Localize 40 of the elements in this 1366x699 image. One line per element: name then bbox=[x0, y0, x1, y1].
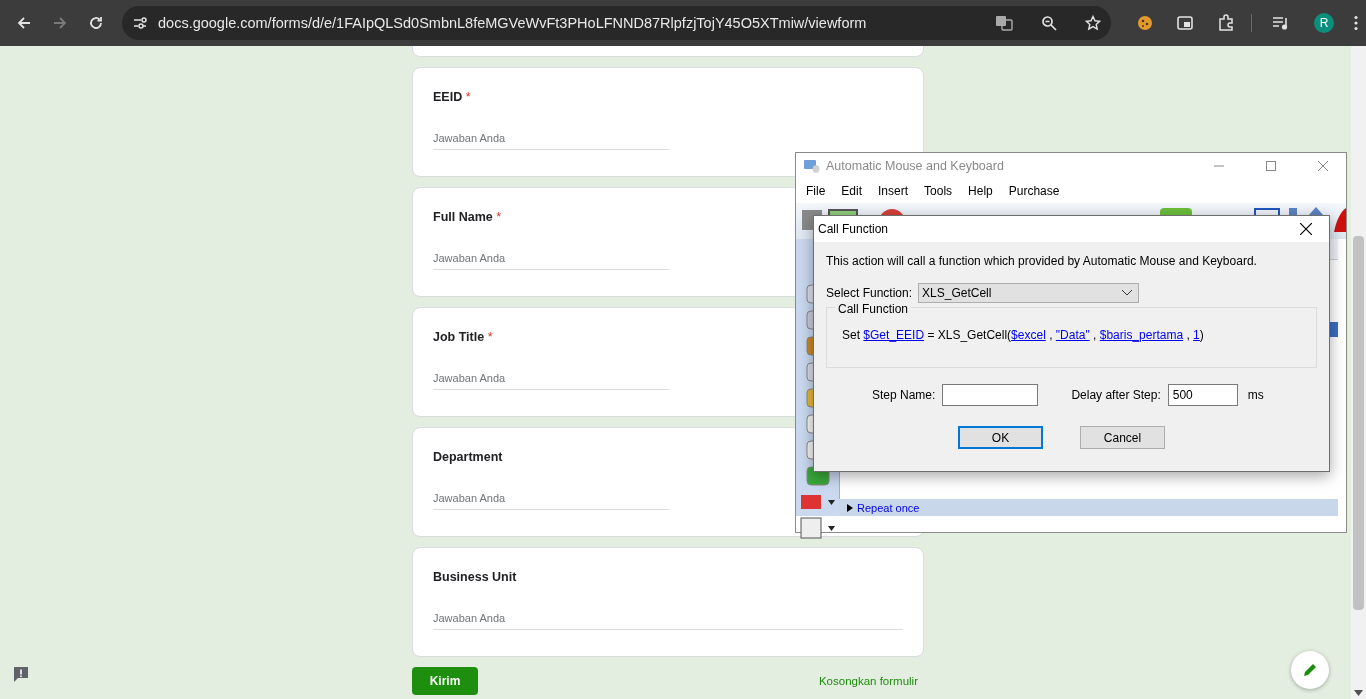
dialog-description: This action will call a function which provided by Automatic Mouse and Keyboard. bbox=[826, 254, 1258, 268]
variable-link[interactable]: $baris_pertama bbox=[1099, 328, 1184, 342]
variable-link[interactable]: "Data" bbox=[1055, 328, 1090, 342]
answer-field[interactable]: Jawaban Anda bbox=[433, 612, 903, 630]
ok-button[interactable]: OK bbox=[958, 426, 1043, 449]
url-text: docs.google.com/forms/d/e/1FAIpQLSd0SmbnL8feMGVeWvFt3PHoLFNND87RlpfzjTojY45O5XTmiw/viewform bbox=[158, 15, 868, 31]
variable-link[interactable]: $excel bbox=[1011, 328, 1046, 342]
menu-item[interactable]: Edit bbox=[833, 184, 871, 198]
answer-field[interactable]: Jawaban Anda bbox=[433, 252, 669, 270]
dialog-title: Call Function bbox=[818, 222, 890, 236]
field-label: Delay after Step: bbox=[1071, 388, 1161, 402]
menu-item[interactable]: Insert bbox=[870, 184, 917, 198]
clear-form-link[interactable]: Kosongkan formulir bbox=[818, 675, 918, 687]
menu-item[interactable]: Purchase bbox=[1000, 184, 1068, 198]
menu-item[interactable]: Tools bbox=[916, 184, 961, 198]
menu-item[interactable]: File bbox=[798, 184, 834, 198]
answer-field[interactable]: Jawaban Anda bbox=[433, 132, 669, 150]
unit-label: ms bbox=[1247, 388, 1264, 402]
address-bar[interactable]: docs.google.com/forms/d/e/1FAIpQLSd0SmbnL8feMGVeWvFt3PHoLFNND87RlpfzjTojY45O5XTmiw/viewform bbox=[122, 6, 1111, 40]
variable-link[interactable]: $Get_EEID bbox=[863, 328, 925, 342]
field-label: Select Function: bbox=[826, 286, 913, 300]
cancel-button[interactable]: Cancel bbox=[1080, 426, 1165, 449]
window-title: Automatic Mouse and Keyboard bbox=[826, 159, 1005, 173]
function-dropdown[interactable]: XLS_GetCell bbox=[918, 283, 1140, 303]
function-call-text: Set $Get_EEID = XLS_GetCell($excel , "Data" , $baris_pertama , 1) bbox=[842, 328, 1205, 342]
question-label: Job Title * bbox=[433, 330, 493, 344]
question-label: EEID * bbox=[433, 90, 471, 104]
variable-link[interactable]: 1 bbox=[1193, 328, 1200, 342]
answer-field[interactable]: Jawaban Anda bbox=[433, 492, 669, 510]
delay-field[interactable]: 500 bbox=[1167, 384, 1238, 406]
question-label: Department bbox=[433, 450, 503, 464]
question-label: Business Unit bbox=[433, 570, 517, 584]
menu-item[interactable]: Help bbox=[960, 184, 1001, 198]
question-label: Full Name * bbox=[433, 210, 502, 224]
repeat-link[interactable]: Repeat once bbox=[857, 501, 920, 514]
field-label: Step Name: bbox=[872, 388, 936, 402]
answer-field[interactable]: Jawaban Anda bbox=[433, 372, 669, 390]
profile-avatar[interactable]: R bbox=[1314, 13, 1334, 33]
group-title: Call Function bbox=[835, 302, 912, 316]
submit-button[interactable]: Kirim bbox=[412, 667, 478, 695]
